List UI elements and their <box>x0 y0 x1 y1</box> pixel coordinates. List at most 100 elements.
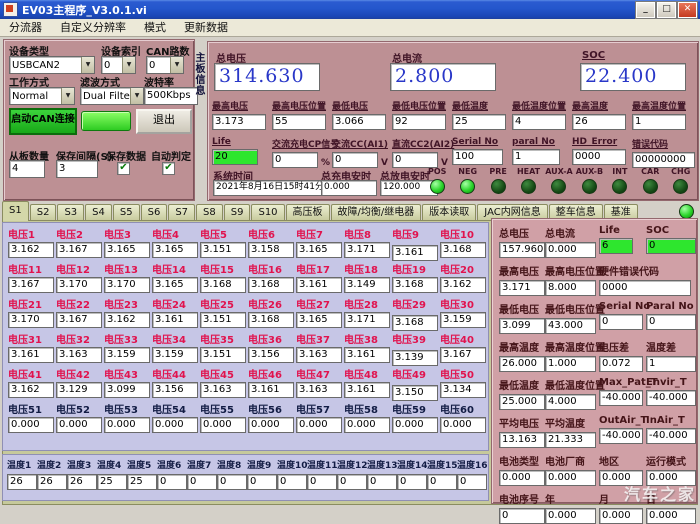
tab-版本读取[interactable]: 版本读取 <box>422 204 476 221</box>
temp-label: 温度12 <box>337 458 367 471</box>
temp-2: 温度226 <box>37 458 67 490</box>
temp-label: 温度3 <box>67 458 97 471</box>
sub-field-label: 电池厂商 <box>545 453 599 468</box>
sub-field: 最低电压3.099 <box>499 301 545 334</box>
cell-voltage-label: 电压50 <box>440 366 488 381</box>
menu-item-2[interactable]: 自定义分辨率 <box>51 19 135 36</box>
cell-voltage-value: 3.161 <box>392 245 438 261</box>
close-button[interactable]: ✕ <box>678 2 697 18</box>
temp-label: 温度8 <box>217 458 247 471</box>
cell-voltage-37: 电压373.163 <box>296 331 344 366</box>
cell-voltage-label: 电压15 <box>200 261 248 276</box>
tab-S3[interactable]: S3 <box>57 204 84 221</box>
auto-judge-checkbox[interactable]: ✔ <box>162 162 175 175</box>
tab-S4[interactable]: S4 <box>85 204 112 221</box>
led-pos: POS <box>422 167 452 194</box>
cell-voltage-label: 电压46 <box>248 366 296 381</box>
temp-11: 温度110 <box>307 458 337 490</box>
save-interval-input[interactable]: 3 <box>56 160 98 178</box>
cell-voltage-value: 3.163 <box>56 347 102 363</box>
cell-voltage-label: 电压41 <box>8 366 56 381</box>
tab-S8[interactable]: S8 <box>196 204 223 221</box>
sub-field-value: -40.000 <box>599 390 643 406</box>
cell-voltage-51: 电压510.000 <box>8 401 56 436</box>
start-can-button[interactable]: 启动CAN连接 <box>9 108 77 135</box>
cell-voltage-value: 3.163 <box>296 382 342 398</box>
tab-S6[interactable]: S6 <box>141 204 168 221</box>
sub-field: 总电压157.960 <box>499 225 545 258</box>
cell-voltage-label: 电压17 <box>296 261 344 276</box>
cell-voltage-20: 电压203.162 <box>440 261 488 296</box>
temp-value: 26 <box>67 474 97 490</box>
device-text-field[interactable]: 500Kbps <box>144 87 198 105</box>
cell-voltage-value: 3.151 <box>200 242 246 258</box>
board-field: HD_Error0000 <box>572 137 632 167</box>
led-label: HEAT <box>513 167 543 176</box>
sub-field-value: -40.000 <box>646 390 696 406</box>
cell-voltage-value: 0.000 <box>152 417 198 433</box>
chevron-down-icon[interactable]: ▼ <box>81 57 94 73</box>
chevron-down-icon[interactable]: ▼ <box>170 57 183 73</box>
sub-board-row: 总电压157.960总电流0.000Life6SOC0 <box>499 225 697 258</box>
temp-label: 温度13 <box>367 458 397 471</box>
led-label: NEG <box>452 167 482 176</box>
menu-item-4[interactable]: 更新数据 <box>175 19 237 36</box>
device-dropdown[interactable]: Normal▼ <box>9 87 75 105</box>
cell-voltage-value: 3.167 <box>8 277 54 293</box>
sub-field-value: 0.000 <box>545 508 596 524</box>
chevron-down-icon[interactable]: ▼ <box>61 88 74 104</box>
tab-S9[interactable]: S9 <box>224 204 251 221</box>
cell-voltage-40: 电压403.167 <box>440 331 488 366</box>
menu-item-3[interactable]: 模式 <box>135 19 175 36</box>
exit-button[interactable]: 退出 <box>136 109 192 134</box>
sub-field-value: 0.000 <box>545 242 596 258</box>
device-dropdown[interactable]: USBCAN2▼ <box>9 56 95 74</box>
cell-voltage-13: 电压133.170 <box>104 261 152 296</box>
temp-label: 温度6 <box>157 458 187 471</box>
device-dropdown[interactable]: 0▼ <box>146 56 184 74</box>
device-dropdown[interactable]: Dual Filter▼ <box>80 87 144 105</box>
sub-field-value: 25.000 <box>499 394 545 410</box>
led-label: AUX-B <box>574 167 604 176</box>
led-row: POSNEGPREHEATAUX-AAUX-BINTCARCHG <box>422 167 696 194</box>
tab-S2[interactable]: S2 <box>30 204 57 221</box>
device-dropdown[interactable]: 0▼ <box>101 56 136 74</box>
tab-S7[interactable]: S7 <box>168 204 195 221</box>
slave-count-input[interactable]: 4 <box>9 160 45 178</box>
minimize-button[interactable]: _ <box>636 2 655 18</box>
chevron-down-icon[interactable]: ▼ <box>122 57 135 73</box>
cell-voltage-12: 电压123.170 <box>56 261 104 296</box>
tab-S1[interactable]: S1 <box>2 201 29 221</box>
tab-S5[interactable]: S5 <box>113 204 140 221</box>
board-field-value: 0.000 <box>321 180 377 196</box>
sub-board-row: 平均电压13.163平均温度21.333OutAir_T-40.000InAir… <box>499 415 697 448</box>
board-field-value: 0 <box>332 152 378 168</box>
tab-高压板[interactable]: 高压板 <box>286 204 330 221</box>
tab-S10[interactable]: S10 <box>251 204 284 221</box>
temp-value: 0 <box>157 474 187 490</box>
cell-voltage-value: 3.134 <box>440 382 486 398</box>
menu-item-1[interactable]: 分流器 <box>0 19 51 36</box>
tab-故障/均衡/继电器[interactable]: 故障/均衡/继电器 <box>331 204 422 221</box>
save-data-checkbox[interactable]: ✔ <box>117 162 130 175</box>
cell-voltage-6: 电压63.158 <box>248 226 296 261</box>
cell-voltage-38: 电压383.161 <box>344 331 392 366</box>
cell-voltage-33: 电压333.159 <box>104 331 152 366</box>
cell-voltage-value: 3.156 <box>152 382 198 398</box>
cell-voltage-label: 电压30 <box>440 296 488 311</box>
sub-field: 最高电压位置8.000 <box>545 263 599 296</box>
temp-label: 温度10 <box>277 458 307 471</box>
temp-4: 温度425 <box>97 458 127 490</box>
board-field-label: Life <box>212 137 272 147</box>
sub-field: 最高电压3.171 <box>499 263 545 296</box>
cell-voltage-54: 电压540.000 <box>152 401 200 436</box>
chevron-down-icon[interactable]: ▼ <box>130 88 143 104</box>
sub-field-value: 0000 <box>599 280 691 296</box>
maximize-button[interactable]: □ <box>657 2 676 18</box>
led-label: PRE <box>483 167 513 176</box>
temp-16: 温度160 <box>457 458 487 490</box>
sub-field-value: 1 <box>646 356 696 372</box>
cell-voltage-label: 电压21 <box>8 296 56 311</box>
sub-field-label: Max_Pat_T <box>599 377 646 388</box>
board-field-label: 最低温度位置 <box>512 99 572 112</box>
